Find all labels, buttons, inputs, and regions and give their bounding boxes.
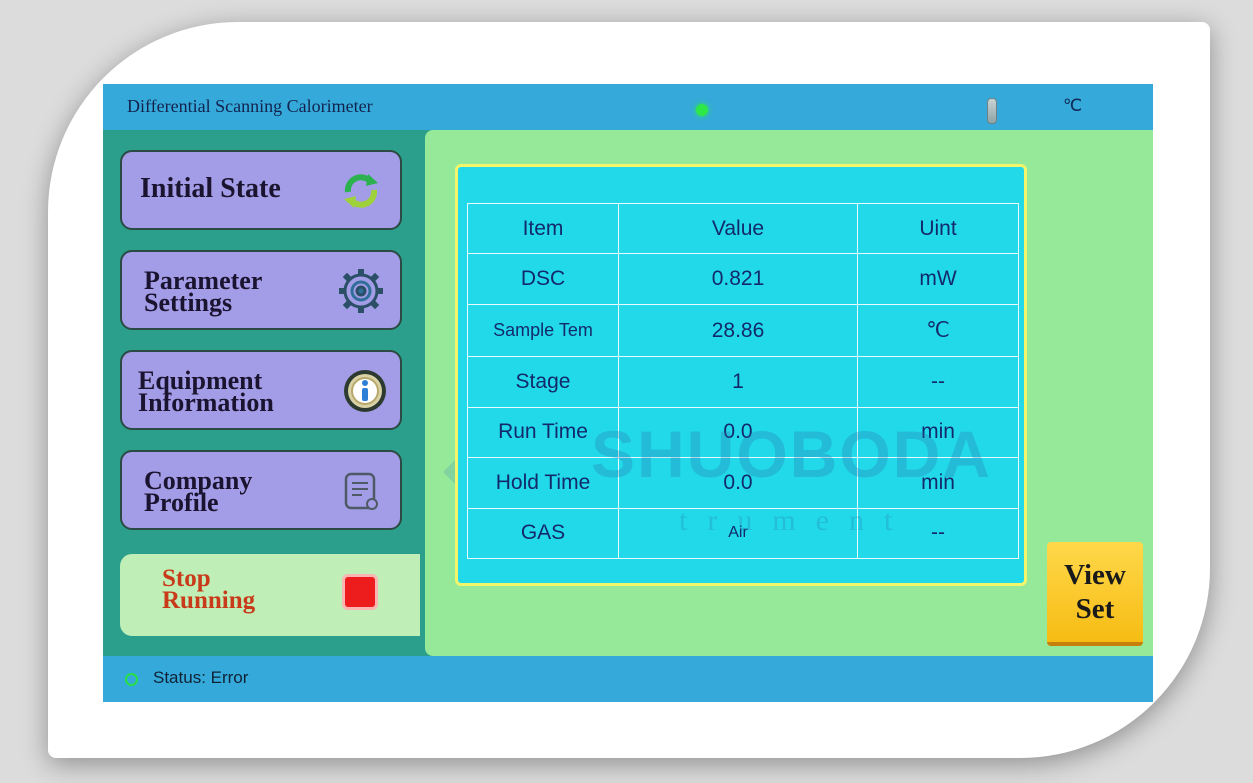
table-header-cell: Item — [467, 202, 619, 255]
parameter-settings-button[interactable]: Parameter Settings — [120, 250, 402, 330]
table-header-row: Item Value Uint — [467, 202, 1019, 255]
view-set-button[interactable]: View Set — [1047, 542, 1143, 646]
equipment-information-label-line2: Information — [138, 388, 274, 417]
table-cell: ℃ — [857, 303, 1019, 358]
parameter-settings-label: Parameter Settings — [144, 268, 262, 317]
watermark-brand: SHUOBODA — [591, 417, 993, 491]
status-text: Status: Error — [153, 668, 249, 687]
hmi-screen: Differential Scanning Calorimeter ℃ Init… — [103, 84, 1153, 702]
table-cell: 0.821 — [618, 253, 858, 305]
info-badge-icon — [344, 370, 386, 412]
table-cell: mW — [857, 253, 1019, 305]
table-cell: Sample Tem — [467, 303, 619, 358]
status-bar: Status: Error — [103, 656, 1153, 702]
view-set-label-line1: View — [1064, 559, 1126, 591]
recycle-arrows-icon — [344, 174, 378, 208]
title-bar: Differential Scanning Calorimeter ℃ — [103, 84, 1153, 130]
stop-running-button[interactable]: Stop Running — [120, 554, 420, 636]
stop-running-label-line2: Running — [162, 587, 256, 614]
equipment-information-label: Equipment Information — [138, 368, 274, 417]
table-cell: Stage — [467, 356, 619, 408]
initial-state-label: Initial State — [140, 173, 281, 204]
table-row: Sample Tem 28.86 ℃ — [467, 303, 1019, 358]
company-profile-label: Company Profile — [144, 468, 252, 517]
table-cell: 1 — [618, 356, 858, 408]
watermark-tagline: trument — [679, 504, 913, 537]
gear-icon — [339, 269, 383, 313]
table-cell: -- — [857, 356, 1019, 408]
view-set-label-line2: Set — [1075, 593, 1115, 625]
table-row: DSC 0.821 mW — [467, 253, 1019, 305]
table-cell: 28.86 — [618, 303, 858, 358]
temperature-unit: ℃ — [1063, 96, 1083, 115]
stop-running-label: Stop Running — [162, 566, 256, 614]
company-profile-label-line2: Profile — [144, 488, 219, 517]
status-indicator-icon — [125, 673, 138, 686]
status-led-icon — [696, 104, 708, 116]
initial-state-button[interactable]: Initial State — [120, 150, 402, 230]
equipment-information-button[interactable]: Equipment Information — [120, 350, 402, 430]
app-title: Differential Scanning Calorimeter — [127, 96, 373, 116]
table-cell: DSC — [467, 253, 619, 305]
table-row: Stage 1 -- — [467, 356, 1019, 408]
parameter-settings-label-line2: Settings — [144, 288, 233, 317]
thermometer-icon — [987, 98, 997, 124]
stop-square-icon — [342, 574, 378, 610]
document-icon — [344, 472, 378, 510]
company-profile-button[interactable]: Company Profile — [120, 450, 402, 530]
table-header-cell: Uint — [857, 202, 1019, 255]
table-header-cell: Value — [618, 202, 858, 255]
table-cell: GAS — [467, 507, 619, 560]
